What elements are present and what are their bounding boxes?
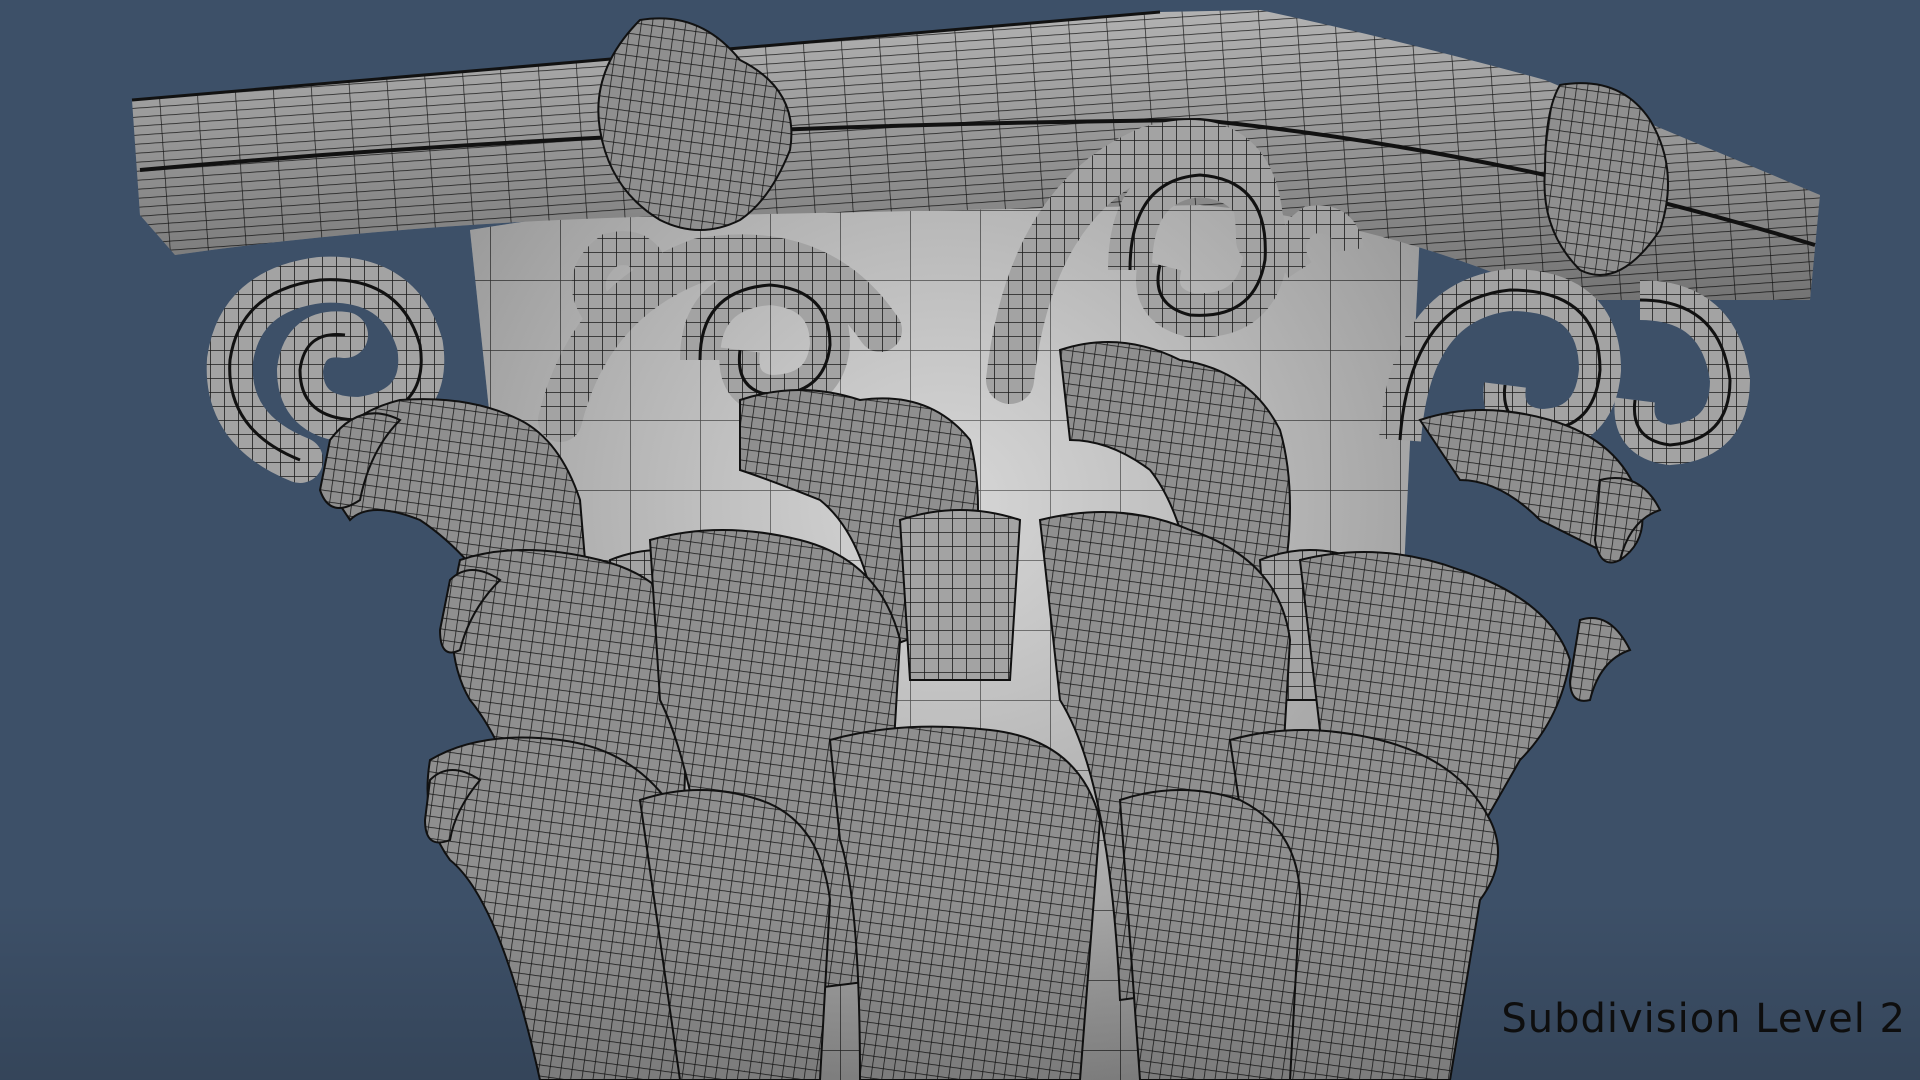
corinthian-capital-wireframe-icon [0,10,1920,1080]
subdivision-level-label: Subdivision Level 2 [1501,996,1906,1042]
3d-viewport[interactable]: Subdivision Level 2 [0,0,1920,1080]
